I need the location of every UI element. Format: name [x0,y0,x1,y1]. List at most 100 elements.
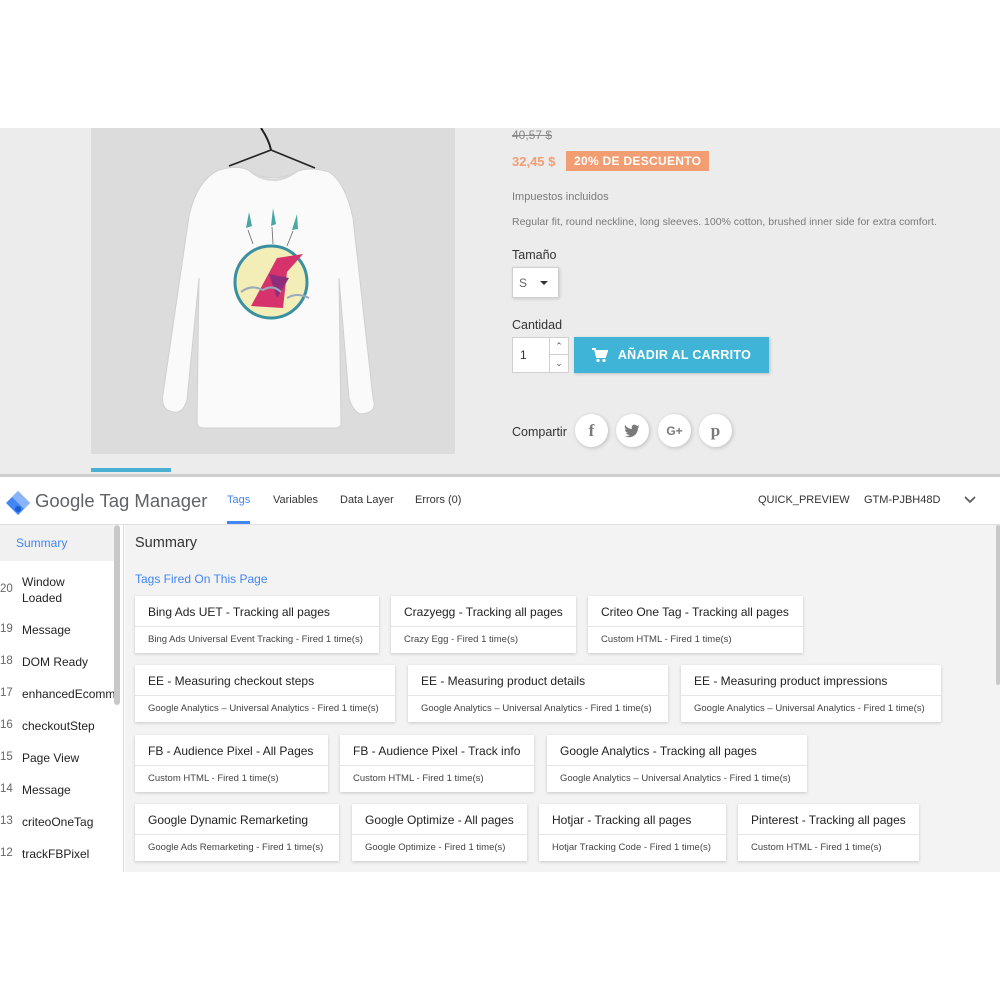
tag-name: EE - Measuring product details [421,674,586,688]
facebook-share-button[interactable]: f [575,414,608,447]
tags-fired-heading: Tags Fired On This Page [135,572,268,586]
divider [391,626,576,627]
event-name: enhancedEcomm [22,687,114,701]
tab-errors[interactable]: Errors (0) [415,494,461,506]
tag-detail: Google Analytics – Universal Analytics -… [148,703,379,714]
event-number: 19 [0,623,13,635]
quantity-stepper: ⌃ ⌄ [550,337,569,373]
tag-name: Google Dynamic Remarketing [148,813,309,827]
product-image[interactable] [91,128,455,454]
tag-card[interactable]: EE - Measuring product details Google An… [408,665,668,722]
tag-card[interactable]: Google Dynamic Remarketing Google Ads Re… [135,804,339,861]
event-number: 12 [0,847,13,859]
event-number: 18 [0,655,13,667]
gtm-logo-icon [6,491,30,515]
divider [588,626,803,627]
tag-detail: Google Analytics – Universal Analytics -… [421,703,652,714]
sidebar-event-item[interactable]: 13 criteoOneTag [0,815,114,831]
tag-card[interactable]: EE - Measuring checkout steps Google Ana… [135,665,395,722]
tag-detail: Hotjar Tracking Code - Fired 1 time(s) [552,842,711,853]
twitter-share-button[interactable] [616,414,649,447]
tag-name: Bing Ads UET - Tracking all pages [148,605,330,619]
current-price: 32,45 $ [512,154,556,169]
main-scrollbar[interactable] [996,525,1000,685]
event-number: 20 [0,583,13,595]
image-thumbnail-indicator [91,468,171,472]
tag-name: EE - Measuring product impressions [694,674,888,688]
quantity-input[interactable]: 1 [512,337,550,373]
size-label: Tamaño [512,248,557,262]
sidebar-scrollbar[interactable] [114,525,120,705]
google-plus-icon: G+ [666,423,683,438]
caret-down-icon [540,281,548,285]
tag-card[interactable]: Google Analytics - Tracking all pages Go… [547,735,807,792]
tag-card[interactable]: Bing Ads UET - Tracking all pages Bing A… [135,596,379,653]
discount-badge: 20% DE DESCUENTO [566,151,710,171]
sidebar-event-item[interactable]: 15 Page View [0,751,114,767]
size-select[interactable]: S [512,267,559,298]
increment-chevron-up-icon[interactable]: ⌃ [550,338,568,355]
sidebar-item-summary[interactable]: Summary [0,525,114,561]
tag-card[interactable]: FB - Audience Pixel - Track info Custom … [340,735,534,792]
tag-detail: Google Analytics – Universal Analytics -… [694,703,925,714]
event-timeline-sidebar: Summary 20 Window Loaded 19 Message 18 D… [0,525,124,872]
quantity-label: Cantidad [512,318,563,332]
event-name: Message [22,783,71,797]
tag-card[interactable]: Google Optimize - All pages Google Optim… [352,804,527,861]
tag-detail: Custom HTML - Fired 1 time(s) [601,634,732,645]
page: 40,57 $ 32,45 $ 20% DE DESCUENTO Impuest… [0,0,1000,1000]
twitter-icon [624,424,640,437]
tab-tags[interactable]: Tags [227,494,250,506]
sidebar-event-item[interactable]: 16 checkoutStep [0,719,114,735]
tag-name: Crazyegg - Tracking all pages [404,605,563,619]
add-to-cart-label: AÑADIR AL CARRITO [617,348,752,362]
tab-variables[interactable]: Variables [273,494,318,506]
tag-card[interactable]: FB - Audience Pixel - All Pages Custom H… [135,735,328,792]
event-name: Message [22,623,71,637]
tab-data-layer[interactable]: Data Layer [340,494,394,506]
chevron-down-icon[interactable] [964,496,976,504]
event-name: criteoOneTag [22,815,94,829]
divider [408,695,668,696]
tag-card[interactable]: Crazyegg - Tracking all pages Crazy Egg … [391,596,576,653]
tag-card[interactable]: EE - Measuring product impressions Googl… [681,665,941,722]
tag-name: FB - Audience Pixel - Track info [353,744,521,758]
tag-detail: Custom HTML - Fired 1 time(s) [751,842,882,853]
divider [135,765,328,766]
shopping-cart-icon [591,347,608,362]
sidebar-event-item[interactable]: 19 Message [0,623,114,639]
tag-name: Hotjar - Tracking all pages [552,813,692,827]
tag-name: Pinterest - Tracking all pages [751,813,906,827]
sidebar-event-item[interactable]: 18 DOM Ready [0,655,114,671]
divider [547,765,807,766]
tag-card[interactable]: Pinterest - Tracking all pages Custom HT… [738,804,919,861]
divider [738,834,919,835]
sidebar-event-item[interactable]: 20 Window Loaded [0,574,114,608]
event-name: Window Loaded [22,575,65,605]
decrement-chevron-down-icon[interactable]: ⌄ [550,355,568,372]
gtm-brand-name: Google Tag Manager [35,490,208,511]
tax-note: Impuestos incluidos [512,191,609,203]
gtm-header: Google Tag Manager Tags Variables Data L… [0,477,1000,525]
google-plus-share-button[interactable]: G+ [658,414,691,447]
tag-name: EE - Measuring checkout steps [148,674,315,688]
sidebar-event-item[interactable]: 14 Message [0,783,114,799]
product-description: Regular fit, round neckline, long sleeve… [512,216,937,228]
tag-card[interactable]: Criteo One Tag - Tracking all pages Cust… [588,596,803,653]
tag-detail: Bing Ads Universal Event Tracking - Fire… [148,634,363,645]
event-number: 16 [0,719,13,731]
tag-detail: Custom HTML - Fired 1 time(s) [148,773,279,784]
product-section: 40,57 $ 32,45 $ 20% DE DESCUENTO Impuest… [0,128,1000,474]
sidebar-event-item[interactable]: 12 trackFBPixel [0,847,114,863]
event-name: Page View [22,751,80,765]
sidebar-event-item[interactable]: 17 enhancedEcomm [0,687,114,703]
add-to-cart-button[interactable]: AÑADIR AL CARRITO [574,337,769,373]
container-id: GTM-PJBH48D [864,494,941,506]
pinterest-share-button[interactable]: p [699,414,732,447]
divider [539,834,726,835]
tag-card[interactable]: Hotjar - Tracking all pages Hotjar Track… [539,804,726,861]
event-name: DOM Ready [22,655,89,669]
tag-detail: Custom HTML - Fired 1 time(s) [353,773,484,784]
tag-detail: Google Ads Remarketing - Fired 1 time(s) [148,842,324,853]
tag-name: Google Optimize - All pages [365,813,514,827]
